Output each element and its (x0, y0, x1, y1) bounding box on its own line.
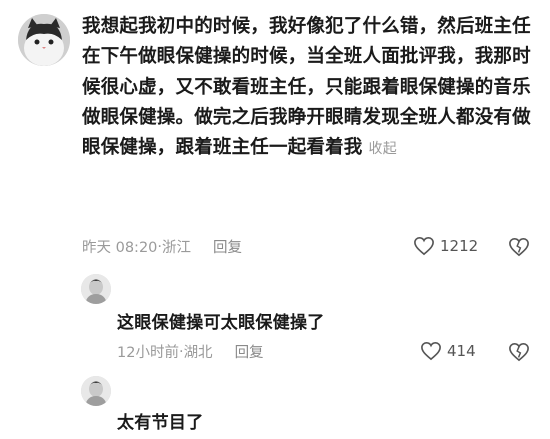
reply-time: 12小时前 (117, 345, 179, 361)
cat-avatar-icon (18, 14, 70, 66)
collapse-link[interactable]: 收起 (369, 141, 397, 157)
comment-meta: 昨天 08:20 · 浙江 回复 (82, 236, 242, 257)
commenter-avatar[interactable] (18, 14, 70, 66)
comment-text: 我想起我初中的时候，我好像犯了什么错，然后班主任在下午做眼保健操的时候，当全班人… (82, 16, 531, 159)
heart-outline-icon (414, 236, 434, 256)
reply-avatar[interactable] (81, 274, 111, 304)
like-count: 414 (447, 342, 476, 360)
broken-heart-icon (509, 342, 529, 362)
reply-button[interactable]: 回复 (235, 341, 264, 362)
comment-body: 我想起我初中的时候，我好像犯了什么错，然后班主任在下午做眼保健操的时候，当全班人… (82, 12, 542, 164)
broken-heart-icon (509, 237, 529, 257)
reply-text: 太有节目了 (117, 413, 204, 433)
like-count: 1212 (440, 237, 479, 255)
dislike-button[interactable] (508, 342, 530, 366)
comment-time: 昨天 08:20 (82, 240, 158, 256)
dislike-button[interactable] (508, 237, 530, 261)
user-avatar-icon (81, 274, 111, 304)
reply-avatar[interactable] (81, 376, 111, 406)
reply-meta: 12小时前 · 湖北 回复 (117, 341, 264, 362)
like-button[interactable]: 1212 (413, 236, 478, 256)
reply-text: 这眼保健操可太眼保健操了 (117, 313, 325, 333)
reply-button[interactable]: 回复 (213, 236, 242, 257)
reply-location: 湖北 (183, 345, 213, 361)
heart-outline-icon (421, 341, 441, 361)
user-avatar-icon (81, 376, 111, 406)
like-button[interactable]: 414 (420, 341, 476, 361)
comment-location: 浙江 (162, 240, 192, 256)
